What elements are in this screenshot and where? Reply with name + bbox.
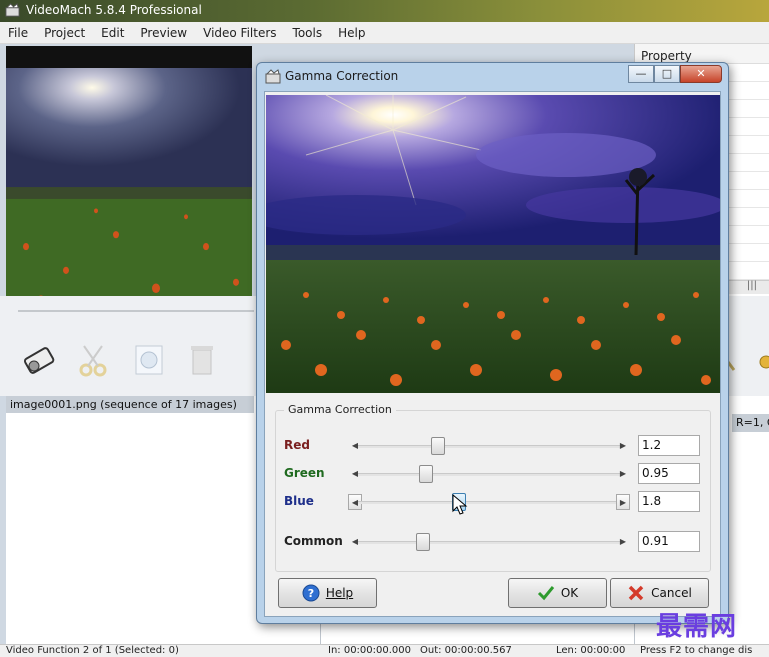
list-item[interactable]: image0001.png (sequence of 17 images) bbox=[6, 396, 254, 413]
slider-right-arrow-icon[interactable]: ▶ bbox=[616, 466, 630, 482]
red-label: Red bbox=[284, 438, 310, 452]
red-slider-thumb[interactable] bbox=[431, 437, 446, 455]
maximize-button[interactable]: □ bbox=[654, 65, 680, 83]
svg-text:?: ? bbox=[308, 587, 314, 600]
main-preview-pane bbox=[6, 46, 252, 318]
eraser-tool-icon[interactable] bbox=[20, 340, 60, 380]
cancel-button[interactable]: Cancel bbox=[610, 578, 709, 608]
gamma-preview-image bbox=[266, 95, 720, 393]
slider-right-arrow-icon[interactable]: ▶ bbox=[616, 494, 630, 510]
gamma-correction-dialog: Gamma Correction — □ ✕ Gamma Correction … bbox=[256, 62, 729, 624]
status-length: Len: 00:00:00 bbox=[556, 645, 626, 656]
site-watermark: 最需网 bbox=[656, 612, 738, 642]
menu-preview[interactable]: Preview bbox=[138, 26, 189, 40]
trash-icon[interactable] bbox=[182, 340, 222, 380]
red-value-field[interactable]: 1.2 bbox=[638, 435, 700, 456]
window-controls: — □ ✕ bbox=[628, 65, 722, 83]
dialog-title: Gamma Correction bbox=[285, 69, 399, 83]
gamma-correction-group: Gamma Correction Red ◀ ▶ 1.2 Green ◀ ▶ 0… bbox=[275, 403, 711, 572]
app-titlebar: VideoMach 5.8.4 Professional bbox=[0, 0, 769, 22]
scissors-icon[interactable] bbox=[74, 340, 114, 380]
seek-bar[interactable] bbox=[18, 310, 254, 312]
green-slider[interactable]: ◀ ▶ bbox=[348, 465, 630, 483]
red-slider[interactable]: ◀ ▶ bbox=[348, 437, 630, 455]
slider-track bbox=[358, 501, 620, 504]
minimize-button[interactable]: — bbox=[628, 65, 654, 83]
cancel-button-label: Cancel bbox=[651, 586, 692, 600]
close-icon: ✕ bbox=[696, 67, 706, 80]
help-button[interactable]: ? Help bbox=[278, 578, 377, 608]
status-function-count: Video Function 2 of 1 (Selected: 0) bbox=[6, 645, 179, 656]
file-list: image0001.png (sequence of 17 images) bbox=[6, 396, 254, 644]
document-info-icon[interactable] bbox=[130, 340, 170, 380]
status-hint: Press F2 to change dis bbox=[640, 645, 753, 656]
status-in-time: In: 00:00:00.000 bbox=[328, 645, 412, 656]
videomach-app-icon bbox=[5, 3, 20, 17]
menu-help[interactable]: Help bbox=[336, 26, 367, 40]
dialog-content: Gamma Correction Red ◀ ▶ 1.2 Green ◀ ▶ 0… bbox=[264, 91, 721, 617]
help-button-label: Help bbox=[325, 586, 354, 600]
common-slider-thumb[interactable] bbox=[415, 533, 430, 551]
minimize-icon: — bbox=[635, 67, 647, 80]
gold-disc-icon[interactable] bbox=[752, 340, 769, 380]
slider-right-arrow-icon[interactable]: ▶ bbox=[616, 534, 630, 550]
property-column-header: Property bbox=[635, 44, 769, 64]
blue-slider[interactable]: ◀ ▶ bbox=[348, 493, 630, 511]
status-bar: Video Function 2 of 1 (Selected: 0) In: … bbox=[0, 644, 769, 657]
menu-bar: File Project Edit Preview Video Filters … bbox=[0, 22, 769, 44]
group-title: Gamma Correction bbox=[284, 403, 396, 416]
slider-track bbox=[358, 445, 620, 448]
mouse-cursor-icon bbox=[452, 494, 468, 515]
red-slider-row: Red ◀ ▶ 1.2 bbox=[276, 435, 710, 457]
app-title: VideoMach 5.8.4 Professional bbox=[26, 3, 202, 17]
ok-button-label: OK bbox=[560, 586, 579, 600]
menu-edit[interactable]: Edit bbox=[99, 26, 126, 40]
cancel-x-icon bbox=[628, 585, 644, 601]
close-button[interactable]: ✕ bbox=[680, 65, 722, 83]
slider-track bbox=[358, 541, 620, 544]
blue-slider-row: Blue ◀ ▶ 1.8 bbox=[276, 491, 710, 513]
blue-label: Blue bbox=[284, 494, 314, 508]
blue-value-field[interactable]: 1.8 bbox=[638, 491, 700, 512]
checkmark-icon bbox=[537, 586, 554, 601]
common-slider-row: Common ◀ ▶ 0.91 bbox=[276, 531, 710, 553]
slider-track bbox=[358, 473, 620, 476]
green-slider-row: Green ◀ ▶ 0.95 bbox=[276, 463, 710, 485]
common-slider[interactable]: ◀ ▶ bbox=[348, 533, 630, 551]
menu-project[interactable]: Project bbox=[42, 26, 87, 40]
main-preview-image bbox=[6, 68, 252, 318]
slider-right-arrow-icon[interactable]: ▶ bbox=[616, 438, 630, 454]
menu-video-filters[interactable]: Video Filters bbox=[201, 26, 278, 40]
scroll-grip-icon: ||| bbox=[746, 280, 757, 291]
status-out-time: Out: 00:00:00.567 bbox=[420, 645, 512, 656]
common-value-field[interactable]: 0.91 bbox=[638, 531, 700, 552]
green-slider-thumb[interactable] bbox=[418, 465, 433, 483]
videomach-dialog-icon bbox=[265, 69, 281, 84]
ok-button[interactable]: OK bbox=[508, 578, 607, 608]
menu-file[interactable]: File bbox=[6, 26, 30, 40]
green-value-field[interactable]: 0.95 bbox=[638, 463, 700, 484]
common-label: Common bbox=[284, 534, 343, 548]
maximize-icon: □ bbox=[661, 67, 673, 80]
function-value-cell[interactable]: R=1, G bbox=[732, 414, 769, 432]
menu-tools[interactable]: Tools bbox=[291, 26, 325, 40]
help-icon: ? bbox=[302, 584, 320, 602]
green-label: Green bbox=[284, 466, 325, 480]
